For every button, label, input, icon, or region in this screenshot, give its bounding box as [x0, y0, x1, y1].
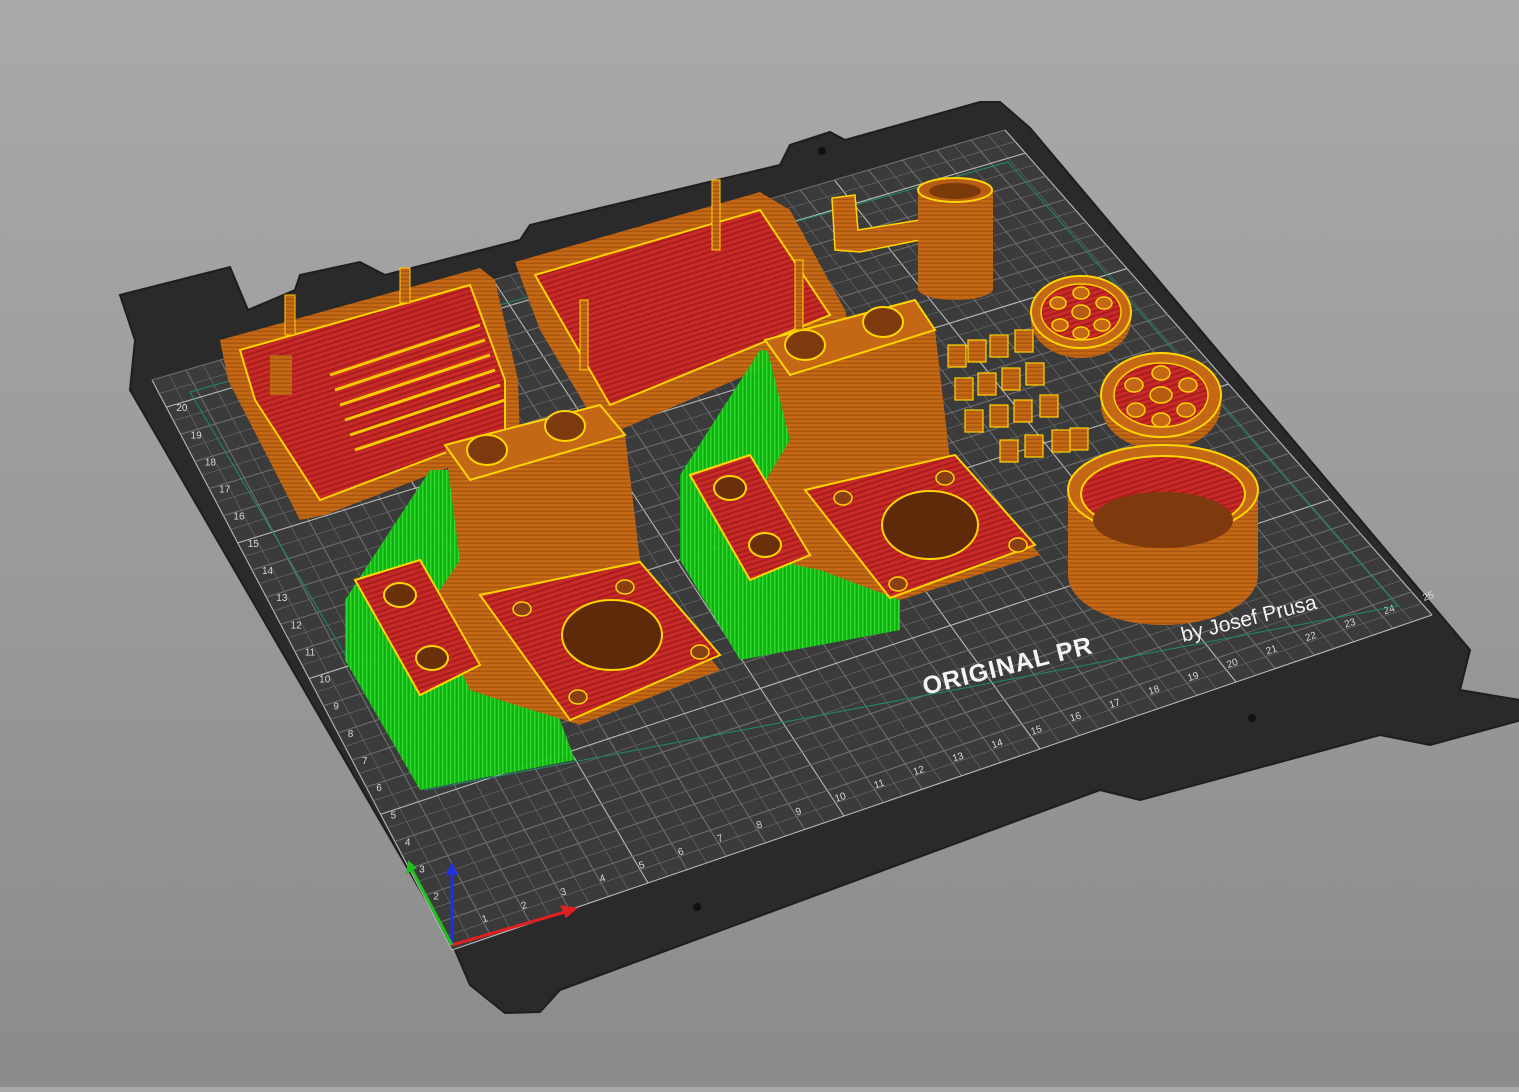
bed-hole: [1248, 714, 1256, 722]
3d-viewport[interactable]: 1 2 3 4 5 6 7 8 9 10 11 12 13 14 15 16 17 18 19 20 21 22 23 24 2…: [0, 0, 1519, 1087]
part-gear-bottom[interactable]: [1100, 352, 1222, 450]
bed-hole: [693, 903, 701, 911]
y-tick-label: 18: [205, 457, 217, 468]
part-ring[interactable]: [1067, 444, 1259, 625]
x-tick-label: 25: [1422, 590, 1436, 604]
y-tick-label: 8: [348, 729, 354, 740]
y-tick-label: 16: [233, 512, 245, 523]
y-tick-label: 20: [176, 403, 188, 414]
build-plate-scene[interactable]: 1234567891011121314151617181920212223242…: [0, 0, 1519, 1087]
y-tick-label: 9: [333, 702, 339, 713]
y-tick-label: 12: [291, 620, 303, 631]
y-tick-label: 3: [419, 865, 425, 876]
y-tick-label: 7: [362, 756, 368, 767]
y-tick-label: 4: [405, 837, 411, 848]
y-tick-label: 11: [305, 647, 316, 658]
part-cylinder[interactable]: [917, 177, 993, 301]
y-tick-label: 13: [276, 593, 288, 604]
y-tick-label: 10: [319, 675, 331, 686]
y-tick-label: 17: [219, 485, 231, 496]
y-tick-label: 15: [248, 539, 260, 550]
y-tick-label: 14: [262, 566, 274, 577]
y-tick-label: 5: [391, 810, 397, 821]
bed-hole: [818, 147, 826, 155]
y-tick-label: 19: [191, 430, 203, 441]
part-gear-top[interactable]: [1030, 275, 1132, 358]
y-tick-label: 6: [376, 783, 382, 794]
y-tick-label: 2: [433, 892, 439, 903]
